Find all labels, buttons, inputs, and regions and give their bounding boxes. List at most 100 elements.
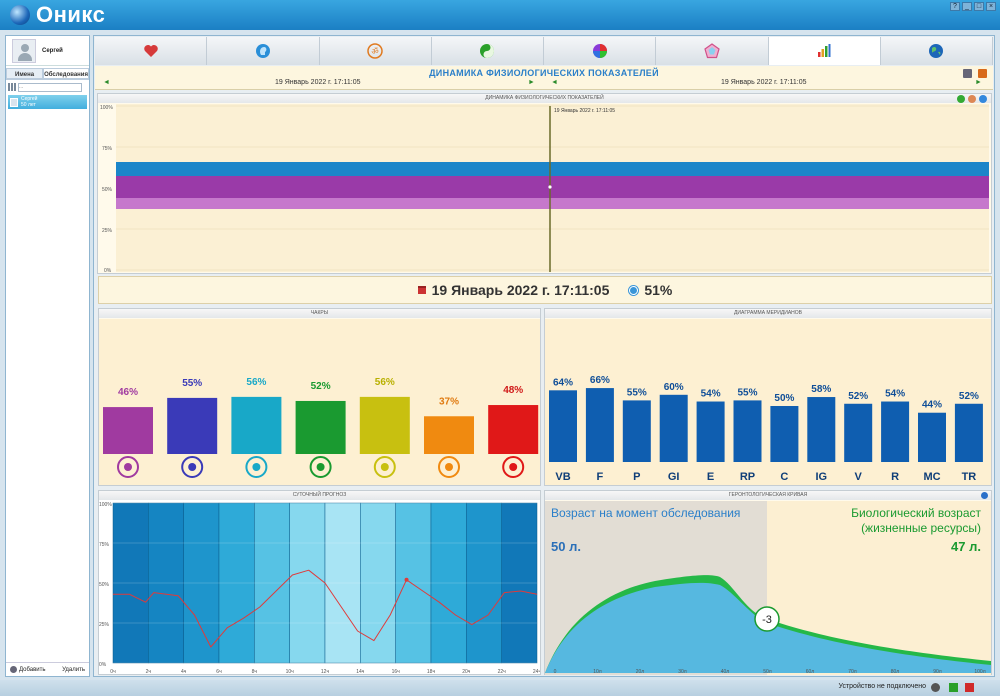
x-tick: 20ч xyxy=(462,669,471,675)
device-icon xyxy=(931,683,940,692)
meridian-category-label: MC xyxy=(923,471,940,483)
current-date: 19 Январь 2022 г. 17:11:05 xyxy=(431,282,610,298)
tab-head[interactable] xyxy=(207,37,320,65)
add-button[interactable]: Добавить xyxy=(10,666,46,673)
daily-forecast-title: СУТОЧНЫЙ ПРОГНОЗ xyxy=(99,491,540,500)
meridian-value-label: 54% xyxy=(885,389,905,400)
x-tick: 10л xyxy=(593,669,602,675)
meridian-value-label: 44% xyxy=(922,400,942,411)
tab-names[interactable]: Имена xyxy=(6,68,44,79)
meridian-bar xyxy=(696,401,725,462)
om-icon: ॐ xyxy=(367,43,383,59)
bio-age-value: 47 л. xyxy=(951,539,981,554)
gerontology-chart: Возраст на момент обследования 50 л. Био… xyxy=(545,501,991,675)
info-icon[interactable] xyxy=(979,95,987,103)
info-icon[interactable] xyxy=(981,492,988,499)
tab-colors[interactable] xyxy=(544,37,657,65)
age-marker-label: -3 xyxy=(762,614,772,626)
list-item[interactable]: Сергей 50 лет xyxy=(8,95,87,109)
tab-yinyang[interactable] xyxy=(431,37,544,65)
globe-logo-icon xyxy=(10,5,30,25)
meridian-category-label: C xyxy=(780,471,788,483)
meridians-chart: 64% VB 66% F 55% P 60% GI 54% E 55% RP 50% C 58% IG 52% V… xyxy=(545,319,991,485)
forecast-point xyxy=(404,577,409,582)
y-tick: 75% xyxy=(99,542,110,548)
x-tick: 10ч xyxy=(286,669,295,675)
x-tick: 2ч xyxy=(146,669,152,675)
tab-pentagon[interactable] xyxy=(656,37,769,65)
close-button[interactable]: × xyxy=(986,2,996,11)
meridians-panel: ДИАГРАММА МЕРИДИАНОВ 64% VB 66% F 55% P 60% GI 5… xyxy=(544,308,992,486)
chakra-symbol-center xyxy=(316,463,325,471)
x-tick: 8ч xyxy=(252,669,258,675)
minimize-button[interactable]: _ xyxy=(962,2,972,11)
y-tick: 25% xyxy=(102,228,113,234)
meridian-category-label: E xyxy=(707,471,714,483)
help-icon[interactable]: ? xyxy=(950,2,960,11)
dynamics-title: ДИНАМИКА ФИЗИОЛОГИЧЕСКИХ ПОКАЗАТЕЛЕЙ xyxy=(98,94,991,103)
disconnect-icon[interactable] xyxy=(965,683,974,692)
tab-globe[interactable] xyxy=(880,37,993,65)
refresh-icon[interactable] xyxy=(957,95,965,103)
delete-button[interactable]: Удалить xyxy=(62,667,85,673)
grid-icon[interactable] xyxy=(8,83,16,91)
next-right-arrow-icon[interactable]: ► xyxy=(975,79,982,86)
x-tick: 4ч xyxy=(181,669,187,675)
prev-left-arrow-icon[interactable]: ◄ xyxy=(103,79,110,86)
meridian-category-label: V xyxy=(855,471,863,483)
page-title: ДИНАМИКА ФИЗИОЛОГИЧЕСКИХ ПОКАЗАТЕЛЕЙ xyxy=(429,68,659,78)
maximize-button[interactable]: □ xyxy=(974,2,984,11)
user-header: Сергей xyxy=(6,36,89,66)
x-tick: 0 xyxy=(554,669,557,675)
x-tick: 80л xyxy=(891,669,900,675)
meridian-bar xyxy=(549,390,577,462)
bar-chart-icon xyxy=(818,44,831,57)
book-icon[interactable] xyxy=(978,69,987,78)
chakra-bar xyxy=(295,400,346,454)
connect-arrow-icon[interactable] xyxy=(949,683,958,692)
print-icon[interactable] xyxy=(963,69,972,78)
x-tick: 50л xyxy=(763,669,772,675)
chakra-label: 55% xyxy=(182,378,202,389)
settings-icon[interactable] xyxy=(968,95,976,103)
yin-yang-icon xyxy=(480,44,495,58)
meridian-value-label: 66% xyxy=(590,375,610,386)
exam-age-value: 50 л. xyxy=(551,539,581,554)
bio-age-title-2: (жизненные ресурсы) xyxy=(861,521,981,535)
title-bar: Оникс ? _ □ × xyxy=(0,0,1000,30)
age-marker: -3 xyxy=(754,606,780,632)
chakra-label: 37% xyxy=(439,396,459,407)
next-left-arrow-icon[interactable]: ► xyxy=(528,79,535,86)
patients-panel: Сергей Имена Обследования Сергей 50 лет … xyxy=(5,35,90,677)
y-tick: 50% xyxy=(102,187,113,193)
tab-dynamics[interactable] xyxy=(768,37,881,65)
avatar[interactable] xyxy=(12,38,36,63)
dynamics-chart: 19 Январь 2022 г. 17:11:05 100% 75% 50% … xyxy=(100,104,989,274)
x-tick: 40л xyxy=(721,669,730,675)
x-tick: 30л xyxy=(678,669,687,675)
tab-om[interactable]: ॐ xyxy=(319,37,432,65)
gerontology-panel: ГЕРОНТОЛОГИЧЕСКАЯ КРИВАЯ Возраст на моме… xyxy=(544,490,992,675)
x-tick: 60л xyxy=(806,669,815,675)
meridian-value-label: 55% xyxy=(737,387,757,398)
prev-right-arrow-icon[interactable]: ◄ xyxy=(551,79,558,86)
date-right: 19 Январь 2022 г. 17:11:05 xyxy=(721,79,807,86)
tab-heart[interactable] xyxy=(95,37,208,65)
date-left: 19 Январь 2022 г. 17:11:05 xyxy=(275,79,361,86)
search-input[interactable] xyxy=(18,82,82,92)
user-name: Сергей xyxy=(42,47,63,54)
meridian-bar xyxy=(622,400,651,462)
chakra-symbol-center xyxy=(124,463,132,471)
meridian-bar xyxy=(881,401,910,462)
svg-text:ॐ: ॐ xyxy=(371,47,378,56)
meridian-bar xyxy=(585,388,614,462)
chakra-title: ЧАКРЫ xyxy=(99,309,540,318)
chakra-label: 56% xyxy=(375,377,395,388)
chakra-bar xyxy=(103,407,153,454)
chakra-bar xyxy=(488,405,539,454)
x-tick: 16ч xyxy=(392,669,401,675)
meridian-bar xyxy=(954,403,983,462)
tab-examinations[interactable]: Обследования xyxy=(43,68,89,79)
globe-icon xyxy=(929,44,944,58)
chakra-chart: 46% 55% 56% 52% 56% 37% 48% xyxy=(99,319,540,485)
